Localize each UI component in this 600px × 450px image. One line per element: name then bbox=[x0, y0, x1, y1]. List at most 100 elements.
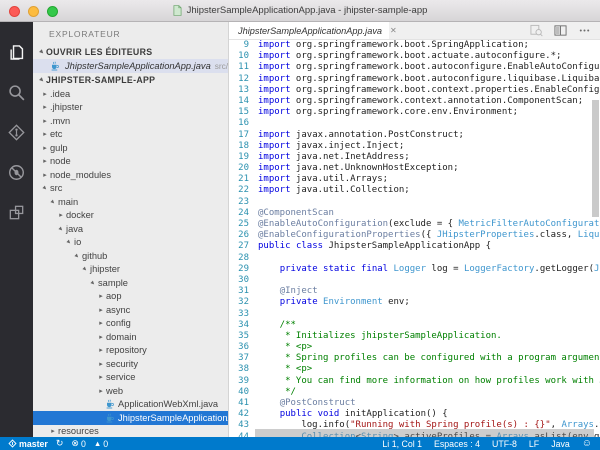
status-smiley-icon[interactable]: ☺ bbox=[582, 439, 592, 449]
close-window-button[interactable] bbox=[9, 6, 20, 17]
status-li-1-col-1[interactable]: Li 1, Col 1 bbox=[382, 439, 422, 449]
line-text: import org.springframework.boot.SpringAp… bbox=[258, 40, 529, 51]
tree-item-src[interactable]: ▸src bbox=[33, 182, 228, 196]
tree-item-label: github bbox=[82, 251, 107, 261]
tab-bar: JhipsterSampleApplicationApp.java ✕ bbox=[229, 22, 600, 40]
line-text: import javax.inject.Inject; bbox=[258, 141, 404, 152]
tree-item-label: main bbox=[58, 197, 78, 207]
code-line-13: 13import org.springframework.boot.contex… bbox=[229, 85, 600, 96]
open-editors-header[interactable]: ▸ OUVRIR LES ÉDITEURS bbox=[33, 45, 228, 59]
line-text: * <p> bbox=[258, 342, 312, 353]
activity-search-icon[interactable] bbox=[0, 72, 33, 112]
status-espaces-4[interactable]: Espaces : 4 bbox=[434, 439, 480, 449]
code-line-31: 31 @Inject bbox=[229, 286, 600, 297]
java-file-icon bbox=[105, 399, 115, 409]
line-number: 29 bbox=[229, 264, 249, 275]
code-line-10: 10import org.springframework.boot.actuat… bbox=[229, 51, 600, 62]
twistie-icon: ▸ bbox=[57, 211, 65, 219]
status-java[interactable]: Java bbox=[551, 439, 570, 449]
document-icon bbox=[173, 5, 182, 16]
code-line-33: 33 bbox=[229, 309, 600, 320]
tree-item-service[interactable]: ▸service bbox=[33, 371, 228, 385]
tree-item-docker[interactable]: ▸docker bbox=[33, 209, 228, 223]
activity-debug-disabled-icon[interactable] bbox=[0, 152, 33, 192]
open-editor-item[interactable]: JhipsterSampleApplicationApp.java src/m.… bbox=[33, 59, 228, 73]
open-editor-path: src/m... bbox=[215, 61, 228, 71]
line-text: import org.springframework.core.env.Envi… bbox=[258, 107, 518, 118]
twistie-icon: ▸ bbox=[97, 387, 105, 395]
twistie-icon: ▸ bbox=[41, 157, 49, 165]
twistie-icon: ▸ bbox=[41, 103, 49, 111]
tree-item-etc[interactable]: ▸etc bbox=[33, 128, 228, 142]
activity-files-icon[interactable] bbox=[0, 32, 33, 72]
line-text: @ComponentScan bbox=[258, 208, 334, 219]
tree-item--idea[interactable]: ▸.idea bbox=[33, 87, 228, 101]
vertical-scrollbar[interactable] bbox=[592, 100, 599, 217]
code-editor[interactable]: 9import org.springframework.boot.SpringA… bbox=[229, 40, 600, 437]
line-number: 13 bbox=[229, 85, 249, 96]
tree-item-io[interactable]: ▸io bbox=[33, 236, 228, 250]
tree-item-github[interactable]: ▸github bbox=[33, 249, 228, 263]
close-tab-icon[interactable]: ✕ bbox=[390, 26, 397, 35]
tree-item-security[interactable]: ▸security bbox=[33, 357, 228, 371]
status-warning-icon[interactable]: ▲0 bbox=[94, 439, 108, 449]
tree-item-gulp[interactable]: ▸gulp bbox=[33, 141, 228, 155]
code-line-35: 35 * Initializes jhipsterSampleApplicati… bbox=[229, 331, 600, 342]
status-lf[interactable]: LF bbox=[529, 439, 539, 449]
tree-item-sample[interactable]: ▸sample bbox=[33, 276, 228, 290]
tree-item-node[interactable]: ▸node bbox=[33, 155, 228, 169]
tree-item-label: config bbox=[106, 318, 131, 328]
horizontal-scrollbar[interactable] bbox=[255, 429, 594, 437]
code-line-16: 16 bbox=[229, 118, 600, 129]
twistie-icon: ▸ bbox=[97, 360, 105, 368]
code-line-9: 9import org.springframework.boot.SpringA… bbox=[229, 40, 600, 51]
minimize-window-button[interactable] bbox=[28, 6, 39, 17]
tree-item--jhipster[interactable]: ▸.jhipster bbox=[33, 101, 228, 115]
tree-item-main[interactable]: ▸main bbox=[33, 195, 228, 209]
line-number: 31 bbox=[229, 286, 249, 297]
tree-item-repository[interactable]: ▸repository bbox=[33, 344, 228, 358]
split-editor-icon[interactable] bbox=[554, 24, 567, 37]
sync-icon: ↻ bbox=[56, 439, 64, 448]
activity-source-control-icon[interactable] bbox=[0, 112, 33, 152]
more-actions-icon[interactable] bbox=[578, 24, 591, 37]
line-number: 44 bbox=[229, 432, 249, 437]
line-text: import javax.annotation.PostConstruct; bbox=[258, 130, 464, 141]
tree-item-jhipster[interactable]: ▸jhipster bbox=[33, 263, 228, 277]
tab-label: JhipsterSampleApplicationApp.java bbox=[238, 26, 382, 36]
line-number: 10 bbox=[229, 51, 249, 62]
line-number: 35 bbox=[229, 331, 249, 342]
line-text: * You can find more information on how p… bbox=[258, 376, 600, 387]
tree-item-domain[interactable]: ▸domain bbox=[33, 330, 228, 344]
status-error-icon[interactable]: ⊗0 bbox=[71, 439, 85, 449]
tree-item-web[interactable]: ▸web bbox=[33, 384, 228, 398]
tree-item-jhipstersampleapplicationapp-java[interactable]: JhipsterSampleApplicationApp.java bbox=[33, 411, 228, 425]
tree-item-config[interactable]: ▸config bbox=[33, 317, 228, 331]
open-preview-icon[interactable] bbox=[530, 24, 543, 37]
zoom-window-button[interactable] bbox=[47, 6, 58, 17]
line-number: 37 bbox=[229, 353, 249, 364]
code-line-34: 34 /** bbox=[229, 320, 600, 331]
tree-item-java[interactable]: ▸java bbox=[33, 222, 228, 236]
line-text: @EnableAutoConfiguration(exclude = { Met… bbox=[258, 219, 600, 230]
tree-item-label: .jhipster bbox=[50, 102, 83, 112]
status-sync-icon[interactable]: ↻ bbox=[56, 439, 64, 448]
tree-item-async[interactable]: ▸async bbox=[33, 303, 228, 317]
tree-item-resources[interactable]: ▸resources bbox=[33, 425, 228, 438]
twistie-icon: ▸ bbox=[49, 427, 57, 435]
tree-item--mvn[interactable]: ▸.mvn bbox=[33, 114, 228, 128]
tree-item-aop[interactable]: ▸aop bbox=[33, 290, 228, 304]
project-header[interactable]: ▸ JHIPSTER-SAMPLE-APP bbox=[33, 73, 228, 87]
tree-item-node-modules[interactable]: ▸node_modules bbox=[33, 168, 228, 182]
line-number: 12 bbox=[229, 74, 249, 85]
code-line-11: 11import org.springframework.boot.autoco… bbox=[229, 62, 600, 73]
status-label: LF bbox=[529, 439, 539, 449]
status-utf-8[interactable]: UTF-8 bbox=[492, 439, 517, 449]
code-line-27: 27public class JhipsterSampleApplication… bbox=[229, 241, 600, 252]
line-number: 23 bbox=[229, 197, 249, 208]
line-number: 19 bbox=[229, 152, 249, 163]
status-git-branch-icon[interactable]: master bbox=[8, 439, 48, 449]
activity-extensions-icon[interactable] bbox=[0, 192, 33, 232]
tab-jhipstersampleapplicationapp[interactable]: JhipsterSampleApplicationApp.java ✕ bbox=[229, 22, 389, 39]
tree-item-applicationwebxml-java[interactable]: ApplicationWebXml.java bbox=[33, 398, 228, 412]
